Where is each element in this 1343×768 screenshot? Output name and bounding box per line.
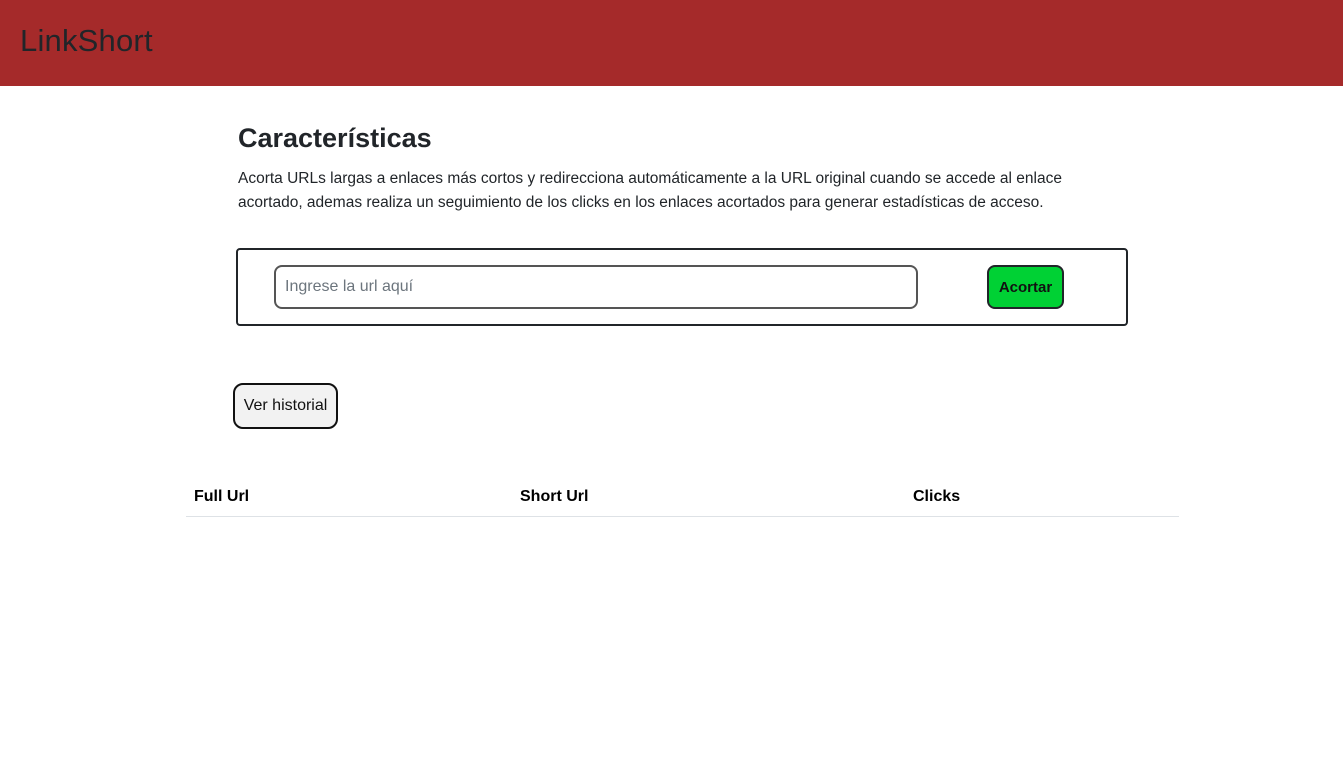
url-input[interactable] [274,265,918,309]
features-title: Características [238,123,432,153]
column-header-short-url: Short Url [512,478,905,517]
shorten-button[interactable]: Acortar [987,265,1064,309]
top-navbar: LinkShort [0,0,1343,86]
column-header-clicks: Clicks [905,478,1179,517]
shorten-url-form: Acortar [236,248,1128,326]
view-history-button[interactable]: Ver historial [233,383,338,429]
history-table-header: Full Url Short Url Clicks [186,478,1179,517]
brand-logo-text[interactable]: LinkShort [20,22,153,60]
column-header-full-url: Full Url [186,478,512,517]
history-table: Full Url Short Url Clicks [186,478,1179,517]
features-description: Acorta URLs largas a enlaces más cortos … [238,170,1062,211]
table-header-row: Full Url Short Url Clicks [186,478,1179,517]
